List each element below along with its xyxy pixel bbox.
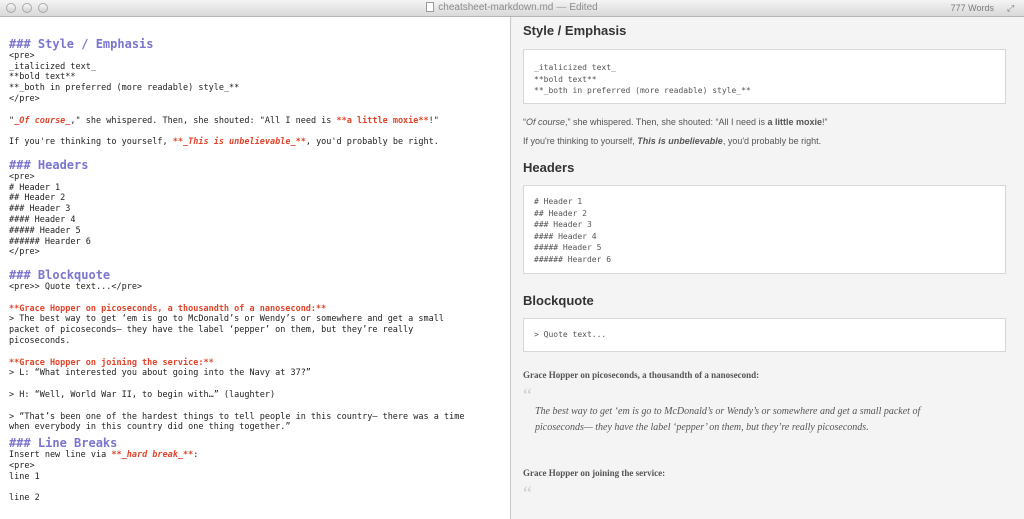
editor-line: <pre> (9, 50, 35, 61)
editor-line: **bold text** (9, 72, 76, 83)
editor-em-hard-break: **_hard break_** (111, 450, 194, 461)
editor-em-unbelievable: **_This is unbelievable_** (172, 137, 306, 148)
editor-line: > “That’s been one of the hardest things… (9, 411, 465, 422)
editor-line: > The best way to get ‘em is go to McDon… (9, 314, 444, 325)
editor-line: _italicized text_ (9, 61, 96, 72)
editor-moxie-line: "_Of course_," she whispered. Then, she … (9, 115, 439, 126)
editor-line: line 1 (9, 471, 40, 482)
document-name[interactable]: cheatsheet-markdown.md (438, 2, 553, 13)
editor-linebreaks-heading: ### Line Breaks (9, 436, 118, 451)
editor-line: > L: “What interested you about going in… (9, 368, 311, 379)
editor-line: # Header 1 (9, 182, 61, 193)
preview-style-heading: Style / Emphasis (523, 23, 627, 38)
editor-line: #### Header 4 (9, 214, 76, 225)
quote-mark-icon: “ (523, 385, 532, 407)
editor-line: ##### Header 5 (9, 225, 81, 236)
preview-style-code-block: _italicized text_ **bold text** **_both in… (523, 49, 1006, 104)
fullscreen-icon[interactable]: ⤢ (1007, 3, 1017, 13)
editor-line: <pre> (9, 460, 35, 471)
markdown-preview[interactable]: Style / Emphasis _italicized text_ **bold… (511, 17, 1024, 519)
editor-line: > H: “Well, World War II, to begin with…… (9, 389, 276, 400)
preview-blockquote-code-block: > Quote text... (523, 318, 1006, 352)
edited-status: Edited (569, 2, 598, 13)
editor-line: when everybody in this country did one t… (9, 422, 291, 433)
preview-gh2-title: Grace Hopper on joining the service: (523, 468, 666, 478)
quote-mark-icon: “ (523, 483, 532, 505)
editor-hardbreak-line: Insert new line via **_hard break_**: (9, 450, 199, 461)
editor-line: ## Header 2 (9, 193, 66, 204)
document-icon (426, 2, 435, 12)
editor-gh2-title: **Grace Hopper on joining the service:** (9, 357, 214, 368)
editor-line: <pre> (9, 171, 35, 182)
editor-blockquote-heading: ### Blockquote (9, 267, 111, 282)
editor-line: </pre> (9, 247, 40, 258)
editor-unbelievable-line: If you're thinking to yourself, **_This … (9, 137, 439, 148)
markdown-editor[interactable]: ### Style / Emphasis <pre> _italicized tex… (0, 17, 511, 519)
preview-gh1-quote: The best way to get ‘em is go to McDonal… (535, 406, 921, 433)
editor-line: </pre> (9, 93, 40, 104)
title-bar: cheatsheet-markdown.md — Edited 777 Words … (0, 0, 1024, 17)
editor-line: picoseconds. (9, 335, 71, 346)
preview-blockquote-heading: Blockquote (523, 293, 594, 308)
editor-strong-moxie: **a little moxie** (336, 115, 429, 126)
editor-headers-heading: ### Headers (9, 157, 89, 172)
editor-line: **_both in preferred (more readable) sty… (9, 83, 240, 94)
editor-text[interactable]: ### Style / Emphasis <pre> _italicized tex… (0, 17, 510, 519)
word-count: 777 Words (950, 3, 994, 13)
preview-gh1-title: Grace Hopper on picoseconds, a thousandt… (523, 370, 760, 380)
window-title: cheatsheet-markdown.md — Edited (0, 2, 1024, 13)
editor-line: ### Header 3 (9, 204, 71, 215)
editor-style-heading: ### Style / Emphasis (9, 36, 154, 51)
editor-line: ###### Hearder 6 (9, 236, 91, 247)
editor-line: line 2 (9, 493, 40, 504)
preview-moxie-paragraph: “Of course,” she whispered. Then, she sh… (523, 117, 828, 127)
title-separator: — (556, 2, 567, 13)
preview-unbelievable-paragraph: If you're thinking to yourself, This is … (523, 136, 822, 146)
editor-em-of-course: _Of course_ (14, 115, 71, 126)
editor-gh1-title: **Grace Hopper on picoseconds, a thousan… (9, 303, 327, 314)
preview-headers-code-block: # Header 1 ## Header 2 ### Header 3 #### He… (523, 185, 1006, 274)
preview-headers-heading: Headers (523, 160, 575, 175)
editor-line: packet of picoseconds— they have the lab… (9, 325, 414, 336)
editor-line: <pre>> Quote text...</pre> (9, 281, 143, 292)
